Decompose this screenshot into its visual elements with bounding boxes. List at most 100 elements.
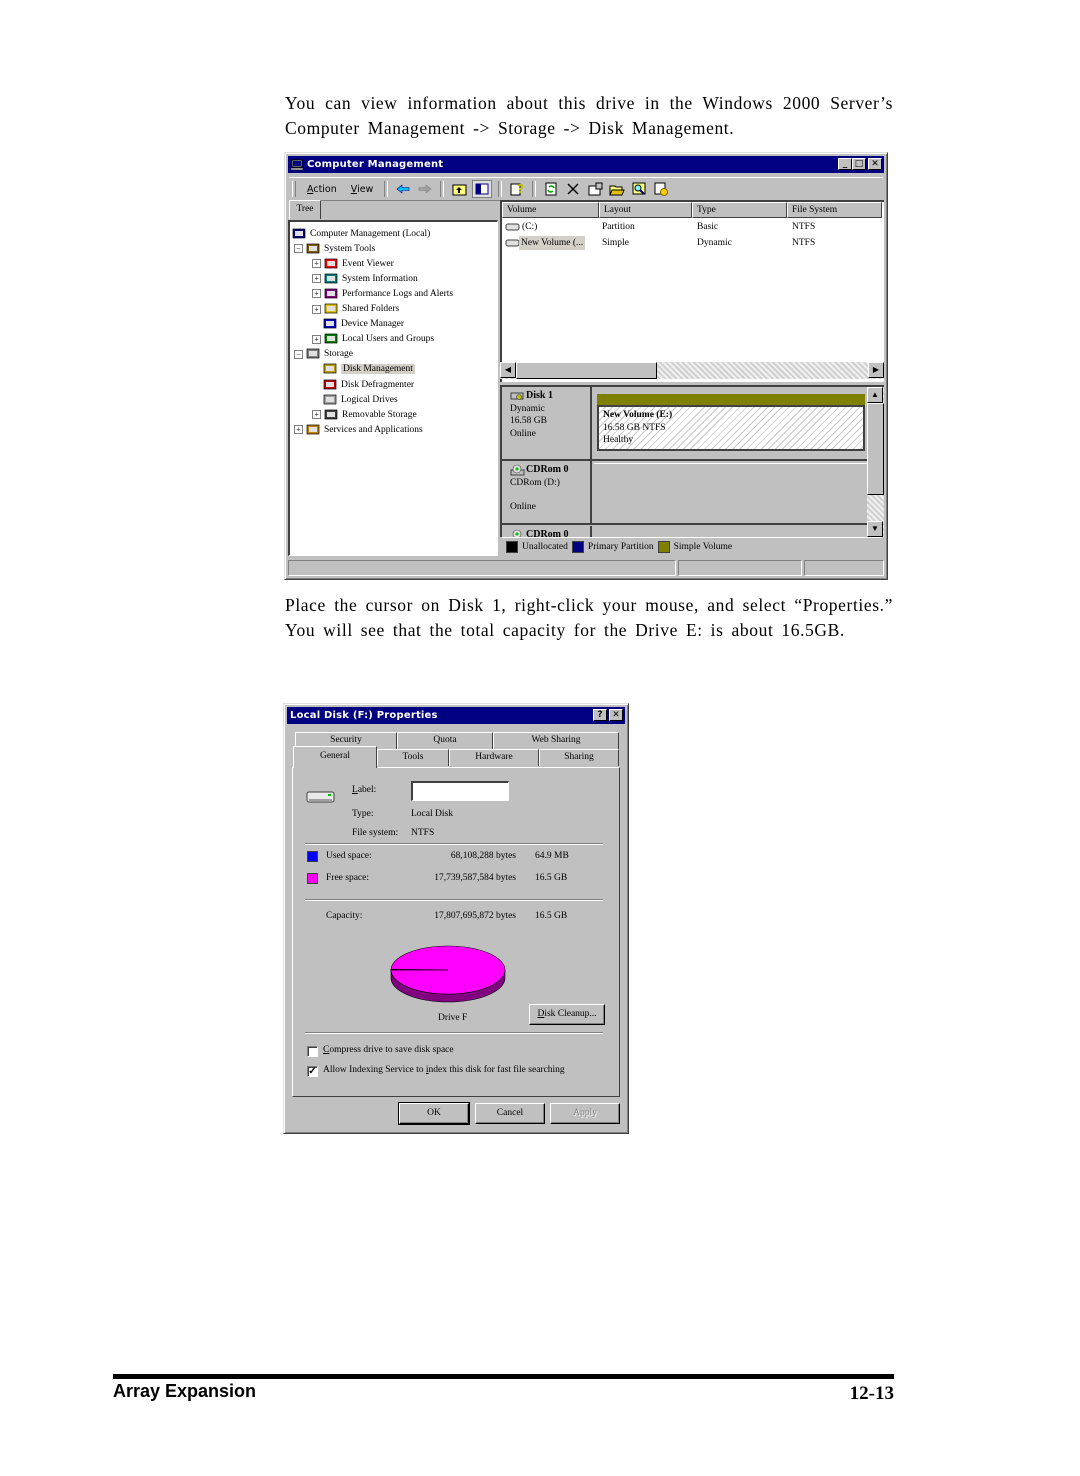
- volume-type: Basic: [697, 222, 719, 232]
- tree-item-label: Computer Management (Local): [310, 228, 431, 239]
- disk-label[interactable]: Disk 1 Dynamic 16.58 GB Online: [504, 387, 592, 459]
- forward-icon[interactable]: [416, 181, 434, 197]
- scroll-right-button[interactable]: ▶: [868, 362, 884, 378]
- volume-fs: NTFS: [792, 238, 816, 248]
- apply-button[interactable]: Apply: [550, 1103, 620, 1124]
- up-folder-icon[interactable]: [450, 181, 468, 197]
- tree-item[interactable]: + System Information: [312, 271, 418, 286]
- toolbar-separator: [532, 181, 537, 197]
- expand-icon[interactable]: +: [312, 410, 321, 420]
- scroll-down-button[interactable]: ▼: [867, 521, 883, 537]
- tree-item[interactable]: Logical Drives: [312, 392, 398, 407]
- menu-view[interactable]: View: [344, 184, 381, 195]
- settings-icon[interactable]: [652, 181, 670, 197]
- maximize-button[interactable]: □: [852, 158, 866, 170]
- tab-tools[interactable]: Tools: [377, 749, 449, 766]
- volume-block-name: New Volume (E:): [603, 410, 673, 420]
- close-button[interactable]: ✕: [868, 158, 882, 170]
- shared-folders-icon: [324, 303, 338, 314]
- toolbar-grip[interactable]: [292, 181, 296, 197]
- tab-general[interactable]: General: [293, 746, 377, 768]
- column-header-layout[interactable]: Layout: [599, 202, 692, 218]
- tree-item[interactable]: + Event Viewer: [312, 256, 394, 271]
- volume-block[interactable]: New Volume (E:) 16.58 GB NTFS Healthy: [597, 405, 865, 451]
- disk-label[interactable]: CDRom 0 CDRom (D:) Online: [504, 461, 592, 523]
- tree-item-label: Removable Storage: [342, 409, 417, 420]
- computer-icon: [290, 159, 304, 170]
- tree-item[interactable]: + Removable Storage: [312, 407, 417, 422]
- scroll-thumb[interactable]: [516, 362, 657, 379]
- expand-icon[interactable]: +: [312, 259, 321, 269]
- system-tools-icon: [306, 243, 320, 253]
- properties-icon[interactable]: [586, 181, 604, 197]
- label-input[interactable]: [411, 781, 509, 801]
- disk-label[interactable]: CDRom 0: [504, 526, 592, 537]
- disk-cleanup-button[interactable]: Disk Cleanup...: [529, 1004, 605, 1025]
- horizontal-scrollbar[interactable]: ◀ ▶: [500, 362, 884, 379]
- tree-item[interactable]: + Local Users and Groups: [312, 332, 434, 347]
- cancel-button[interactable]: Cancel: [475, 1103, 545, 1124]
- tree-item[interactable]: + Services and Applications: [294, 422, 423, 437]
- used-color-swatch: [307, 851, 318, 862]
- close-button[interactable]: ✕: [609, 709, 623, 721]
- disk-kind: CDRom (D:): [510, 477, 560, 488]
- footer-section-title: Array Expansion: [113, 1381, 257, 1401]
- minimize-button[interactable]: _: [838, 158, 852, 170]
- computer-management-local-icon: [292, 228, 306, 238]
- local-users-and-groups-icon: [324, 333, 338, 344]
- simple-volume-bar: [597, 394, 865, 405]
- tab-hardware[interactable]: Hardware: [449, 749, 539, 766]
- refresh-icon[interactable]: [542, 181, 560, 197]
- tab-sharing[interactable]: Sharing: [539, 749, 619, 766]
- expand-icon[interactable]: +: [312, 274, 321, 284]
- expand-icon[interactable]: +: [312, 304, 321, 314]
- tree-item[interactable]: Disk Defragmenter: [312, 377, 414, 392]
- delete-icon[interactable]: [564, 181, 582, 197]
- tree-item-label: Device Manager: [341, 319, 405, 330]
- tab-tree[interactable]: Tree: [289, 200, 321, 219]
- tree-item[interactable]: − System Tools: [294, 241, 375, 256]
- tree-item[interactable]: + Shared Folders: [312, 302, 399, 317]
- compress-checkbox[interactable]: [307, 1046, 318, 1057]
- help-icon[interactable]: ?: [508, 181, 526, 197]
- open-folder-icon[interactable]: [608, 181, 626, 197]
- scroll-up-button[interactable]: ▲: [867, 387, 883, 403]
- row-divider: [502, 523, 868, 525]
- expand-icon[interactable]: +: [312, 289, 321, 299]
- expand-icon[interactable]: +: [312, 334, 321, 344]
- tree-item[interactable]: Device Manager: [312, 317, 404, 332]
- collapse-icon[interactable]: −: [294, 244, 303, 254]
- column-header-volume[interactable]: Volume: [502, 202, 599, 218]
- scroll-thumb[interactable]: [867, 403, 884, 495]
- volume-fs: NTFS: [792, 222, 816, 232]
- search-icon[interactable]: [630, 181, 648, 197]
- tree-item[interactable]: + Performance Logs and Alerts: [312, 286, 453, 301]
- disk-legend: Unallocated Primary Partition Simple Vol…: [502, 537, 882, 555]
- disk-size: 16.58 GB: [510, 416, 547, 426]
- ok-button[interactable]: OK: [398, 1102, 470, 1125]
- collapse-icon[interactable]: −: [294, 349, 303, 359]
- disk-pane: Disk 1 Dynamic 16.58 GB Online New Volum…: [500, 385, 884, 537]
- volume-layout: Simple: [602, 238, 629, 248]
- tab-quota[interactable]: Quota: [397, 732, 493, 749]
- indexing-checkbox[interactable]: ✓: [307, 1066, 318, 1077]
- vertical-scrollbar[interactable]: ▲ ▼: [867, 387, 884, 537]
- title-bar: Computer Management _ □ ✕: [288, 156, 884, 173]
- show-hide-tree-icon[interactable]: [472, 180, 493, 198]
- tree-item-label: Disk Defragmenter: [341, 379, 415, 390]
- column-header-file-system[interactable]: File System: [787, 202, 882, 218]
- tree-item[interactable]: Computer Management (Local): [292, 226, 430, 241]
- tab-web-sharing[interactable]: Web Sharing: [493, 732, 619, 749]
- free-color-swatch: [307, 873, 318, 884]
- tree-item[interactable]: − Storage: [294, 347, 353, 362]
- menu-action[interactable]: Action: [300, 184, 344, 195]
- dialog-title: Local Disk (F:) Properties: [290, 710, 438, 721]
- scroll-left-button[interactable]: ◀: [500, 362, 516, 378]
- expand-icon[interactable]: +: [294, 425, 303, 435]
- help-button[interactable]: ?: [593, 709, 607, 721]
- tree-item[interactable]: Disk Management: [312, 362, 415, 377]
- column-header-type[interactable]: Type: [692, 202, 787, 218]
- back-icon[interactable]: [394, 181, 412, 197]
- tree-item-label: Logical Drives: [341, 394, 398, 405]
- performance-logs-and-alerts-icon: [324, 288, 338, 299]
